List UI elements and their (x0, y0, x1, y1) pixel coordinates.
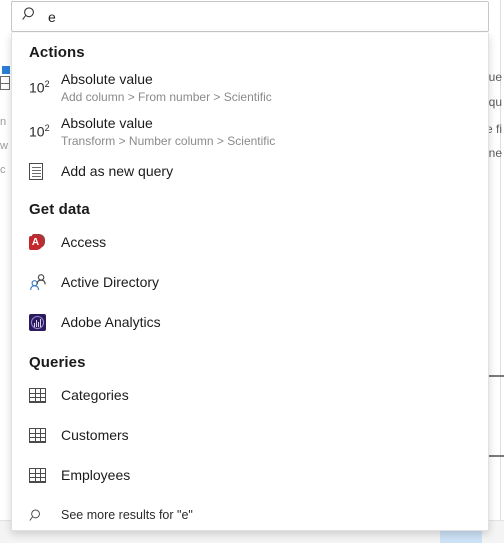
result-item-active-directory[interactable]: Active Directory (12, 262, 488, 302)
result-item-access[interactable]: A Access (12, 222, 488, 262)
document-icon (29, 162, 55, 180)
search-icon (22, 6, 38, 27)
search-results-panel: Actions 102 Absolute value Add column > … (11, 33, 489, 531)
search-icon (29, 508, 55, 523)
result-item-title: Absolute value (61, 114, 153, 131)
background-left-fragment: w (0, 140, 8, 152)
result-item-title: Adobe Analytics (61, 314, 161, 330)
group-header-actions: Actions (29, 44, 85, 61)
search-box[interactable] (11, 1, 489, 32)
see-more-results-button[interactable]: See more results for "e" (12, 499, 488, 530)
result-item-title: Categories (61, 387, 129, 403)
result-item-employees[interactable]: Employees (12, 455, 488, 495)
result-item-add-as-new-query[interactable]: Add as new query (12, 153, 488, 189)
result-item-title: Absolute value (61, 70, 153, 87)
result-item-title: Active Directory (61, 274, 160, 290)
background-right-fragment: qu (488, 95, 502, 109)
result-item-title: Employees (61, 467, 131, 483)
result-item-absolute-value-add-column[interactable]: 102 Absolute value Add column > From num… (12, 65, 488, 109)
background-right-fragment: ne (488, 146, 502, 160)
result-item-adobe-analytics[interactable]: Adobe Analytics (12, 302, 488, 342)
adobe-analytics-icon (29, 313, 55, 331)
ten-squared-icon: 102 (29, 78, 50, 96)
background-right-fragment: ue (488, 70, 502, 84)
background-row-divider (488, 455, 504, 457)
background-left-grid-icon (0, 76, 10, 90)
background-row-divider (488, 375, 504, 377)
result-item-categories[interactable]: Categories (12, 375, 488, 415)
ten-squared-icon: 102 (29, 122, 50, 140)
result-item-customers[interactable]: Customers (12, 415, 488, 455)
table-icon (29, 427, 55, 443)
background-left-fragment: n (0, 116, 7, 128)
active-directory-icon (29, 273, 55, 291)
result-item-title: Customers (61, 427, 129, 443)
background-left-fragment: c (0, 164, 6, 176)
result-item-subtitle: Transform > Number column > Scientific (61, 133, 276, 148)
background-left-marker (2, 66, 10, 74)
result-item-title: Add as new query (61, 163, 174, 179)
search-input[interactable] (48, 5, 488, 28)
result-item-subtitle: Add column > From number > Scientific (61, 89, 272, 104)
group-header-get-data: Get data (29, 201, 90, 218)
result-item-title: Access (61, 234, 107, 250)
table-icon (29, 467, 55, 483)
access-icon: A (29, 233, 55, 251)
table-icon (29, 387, 55, 403)
see-more-results-label: See more results for "e" (61, 508, 193, 522)
group-header-queries: Queries (29, 354, 86, 371)
result-item-absolute-value-transform[interactable]: 102 Absolute value Transform > Number co… (12, 109, 488, 153)
